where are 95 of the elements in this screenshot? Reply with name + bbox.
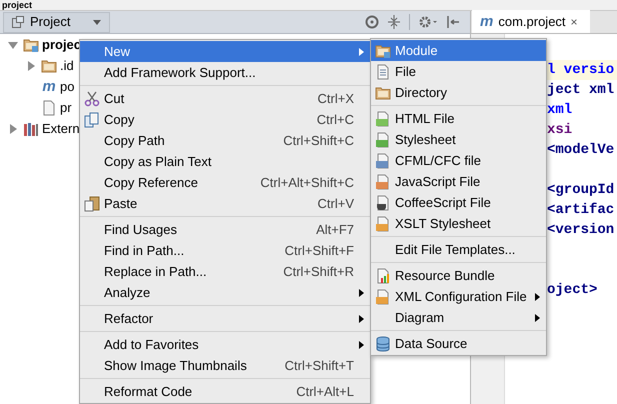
menu-item[interactable]: Directory	[371, 82, 546, 103]
menu-item[interactable]: New	[80, 41, 370, 62]
gear-icon	[418, 15, 438, 29]
menu-item[interactable]: Module	[371, 40, 546, 61]
shortcut-text: Ctrl+Alt+L	[296, 382, 354, 401]
module-folder-icon	[23, 36, 39, 52]
menu-item[interactable]: Data Source	[371, 333, 546, 354]
cf-file-icon	[375, 152, 391, 168]
clipboard-icon	[84, 196, 100, 212]
tree-item[interactable]: pr	[60, 98, 72, 118]
file-icon	[41, 100, 57, 116]
menu-item[interactable]: Copy Ctrl+C	[80, 109, 370, 130]
html-file-icon	[375, 110, 391, 126]
tree-item[interactable]: Extern	[42, 118, 80, 138]
code-line: <artifac	[547, 202, 614, 218]
expand-arrow-icon[interactable]	[26, 60, 36, 70]
js-file-icon	[375, 174, 391, 190]
menu-item[interactable]: Find in Path... Ctrl+Shift+F	[80, 240, 370, 261]
xml-file-icon	[375, 288, 391, 304]
submenu-arrow-icon	[359, 48, 364, 56]
collapse-all-icon	[387, 15, 401, 29]
menu-item[interactable]: Resource Bundle	[371, 265, 546, 286]
menu-item[interactable]: Copy Reference Ctrl+Alt+Shift+C	[80, 172, 370, 193]
shortcut-text: Ctrl+Shift+T	[284, 356, 354, 375]
menu-item[interactable]: XML Configuration File	[371, 286, 546, 307]
code-line: <groupId	[547, 182, 614, 198]
menu-item[interactable]: Find Usages Alt+F7	[80, 219, 370, 240]
tab-title: com.project	[498, 12, 566, 31]
submenu-arrow-icon	[359, 314, 364, 322]
menu-item[interactable]: File	[371, 61, 546, 82]
code-line: ject xml	[547, 82, 614, 98]
code-line: oject>	[547, 282, 598, 298]
menu-item[interactable]: Reformat Code Ctrl+Alt+L	[80, 381, 370, 402]
scissors-icon	[84, 90, 100, 106]
menu-item[interactable]: CoffeeScript File	[371, 192, 546, 213]
bar-chart-file-icon	[375, 268, 391, 284]
menu-item[interactable]: Replace in Path... Ctrl+Shift+R	[80, 261, 370, 282]
menu-item[interactable]: HTML File	[371, 108, 546, 129]
code-line: l versio	[547, 62, 614, 78]
menu-item[interactable]: JavaScript File	[371, 171, 546, 192]
shortcut-text: Ctrl+Alt+Shift+C	[260, 174, 354, 192]
close-icon[interactable]: ×	[570, 12, 578, 30]
menu-item[interactable]: Paste Ctrl+V	[80, 193, 370, 214]
shortcut-text: Ctrl+Shift+R	[283, 262, 354, 281]
submenu-arrow-icon	[359, 340, 364, 348]
view-selector-dropdown[interactable]: Project	[3, 12, 110, 32]
tree-item[interactable]: po	[60, 76, 74, 96]
submenu-arrow-icon	[535, 292, 540, 300]
code-line: <version	[547, 222, 614, 238]
maven-icon: m	[480, 14, 494, 29]
caret-icon	[93, 20, 101, 24]
menu-item[interactable]: Add to Favorites	[80, 334, 370, 355]
file-icon	[375, 64, 391, 80]
editor-tab[interactable]: m com.project ×	[472, 10, 590, 33]
menu-item[interactable]: Edit File Templates...	[371, 239, 546, 260]
menu-item[interactable]: Show Image Thumbnails Ctrl+Shift+T	[80, 355, 370, 376]
shortcut-text: Ctrl+X	[318, 90, 354, 108]
pin-icon	[446, 15, 460, 29]
coffee-file-icon	[375, 194, 391, 210]
xslt-file-icon	[375, 216, 391, 232]
menu-item[interactable]: XSLT Stylesheet	[371, 213, 546, 234]
shortcut-text: Ctrl+Shift+C	[283, 132, 354, 150]
copy-icon	[84, 112, 100, 128]
expand-arrow-icon[interactable]	[8, 124, 18, 134]
breadcrumb[interactable]: project	[0, 0, 32, 10]
database-icon	[375, 336, 391, 352]
tree-item[interactable]: .id	[60, 56, 74, 76]
collapse-arrow-icon[interactable]	[8, 40, 18, 50]
code-line: xsi	[547, 122, 572, 138]
crosshair-icon	[365, 15, 379, 29]
shortcut-text: Alt+F7	[316, 220, 354, 239]
submenu-arrow-icon	[535, 314, 540, 322]
library-icon	[23, 120, 39, 136]
maven-icon: m	[41, 79, 57, 94]
css-file-icon	[375, 132, 391, 148]
shortcut-text: Ctrl+Shift+F	[284, 242, 354, 260]
folder-icon	[41, 58, 57, 74]
menu-item[interactable]: Cut Ctrl+X	[80, 88, 370, 109]
menu-item[interactable]: Copy Path Ctrl+Shift+C	[80, 130, 370, 151]
shortcut-text: Ctrl+V	[318, 194, 354, 213]
submenu-arrow-icon	[359, 288, 364, 296]
menu-item[interactable]: Add Framework Support...	[80, 62, 370, 83]
tree-item[interactable]: projec	[42, 34, 82, 54]
code-line: xml	[547, 102, 572, 118]
menu-item[interactable]: CFML/CFC file	[371, 150, 546, 171]
menu-item[interactable]: Analyze	[80, 282, 370, 303]
menu-item[interactable]: Copy as Plain Text	[80, 151, 370, 172]
panel-icon	[12, 16, 24, 28]
folder-icon	[375, 84, 391, 100]
code-line: <modelVe	[547, 142, 614, 158]
menu-item[interactable]: Stylesheet	[371, 129, 546, 150]
shortcut-text: Ctrl+C	[316, 110, 354, 129]
module-folder-icon	[375, 42, 391, 58]
menu-item[interactable]: Refactor	[80, 308, 370, 329]
menu-item[interactable]: Diagram	[371, 307, 546, 328]
